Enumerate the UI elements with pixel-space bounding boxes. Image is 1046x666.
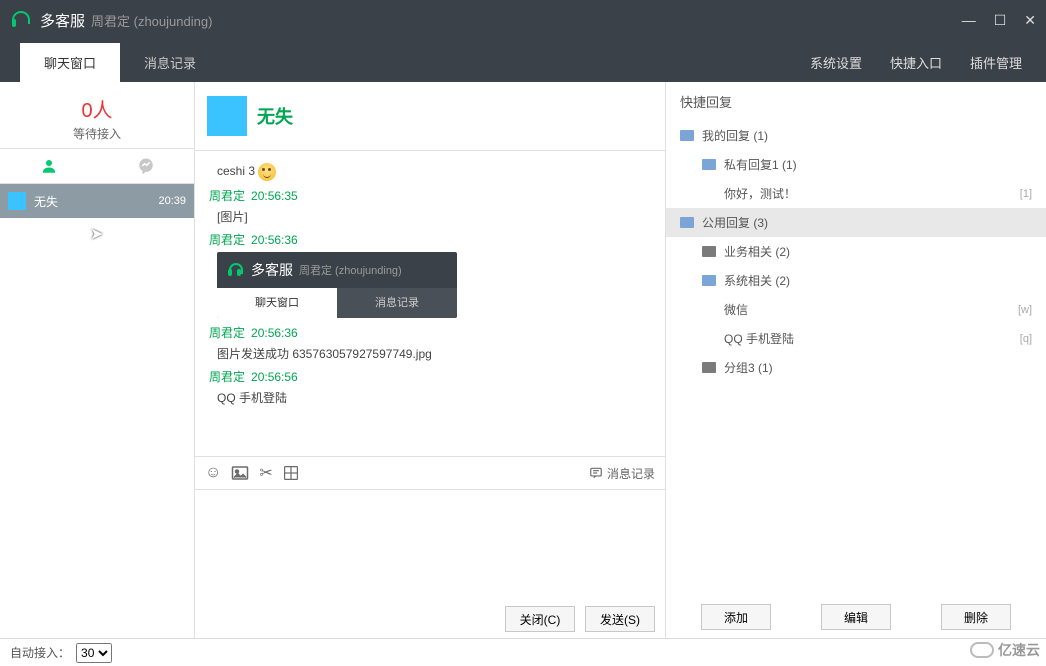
- session-name: 无失: [34, 193, 158, 210]
- folder-icon: [680, 217, 694, 228]
- emoji-icon[interactable]: ☺: [205, 464, 221, 482]
- send-button[interactable]: 发送(S): [585, 606, 655, 632]
- contact-name: 无失: [257, 103, 293, 129]
- session-time: 20:39: [158, 195, 186, 207]
- shortcut-key: [1]: [1020, 188, 1032, 200]
- quick-reply-tree[interactable]: 我的回复 (1) 私有回复1 (1) 你好，测试！[1] 公用回复 (3) 业务…: [666, 121, 1046, 596]
- app-logo-icon: [227, 261, 245, 279]
- close-button[interactable]: 关闭(C): [505, 606, 575, 632]
- folder-solid-icon: [702, 246, 716, 257]
- menu-system-settings[interactable]: 系统设置: [810, 53, 862, 72]
- calculator-icon[interactable]: [283, 465, 299, 481]
- minimize-icon[interactable]: —: [962, 12, 976, 29]
- cursor-icon: ➤: [90, 224, 103, 244]
- titlebar-user: 周君定 (zhoujunding): [91, 11, 212, 30]
- folder-icon: [702, 275, 716, 286]
- shortcut-key: [w]: [1018, 304, 1032, 316]
- watermark: 亿速云: [970, 640, 1040, 660]
- session-row[interactable]: 无失 20:39: [0, 184, 194, 218]
- add-button[interactable]: 添加: [701, 604, 771, 630]
- smile-icon: [258, 163, 276, 181]
- tree-item-hello[interactable]: 你好，测试！[1]: [666, 179, 1046, 208]
- folder-icon: [702, 159, 716, 170]
- tree-folder-system[interactable]: 系统相关 (2): [666, 266, 1046, 295]
- waiting-label: 等待接入: [0, 125, 194, 142]
- tree-folder-business[interactable]: 业务相关 (2): [666, 237, 1046, 266]
- status-bar: 自动接入： 30: [0, 638, 1046, 666]
- chat-toolbar: ☺ ✂ 消息记录: [195, 456, 665, 490]
- tree-folder-private1[interactable]: 私有回复1 (1): [666, 150, 1046, 179]
- chat-messages[interactable]: ceshi 3 周君定20:56:35 [图片] 周君定20:56:36 多客服…: [195, 151, 665, 456]
- folder-icon: [680, 130, 694, 141]
- menu-shortcuts[interactable]: 快捷入口: [890, 53, 942, 72]
- incoming-message: ceshi 3: [217, 163, 651, 181]
- quick-reply-panel: 快捷回复 我的回复 (1) 私有回复1 (1) 你好，测试！[1] 公用回复 (…: [666, 82, 1046, 638]
- message-history-link[interactable]: 消息记录: [589, 465, 655, 482]
- chat-input[interactable]: [195, 490, 665, 600]
- contact-avatar: [207, 96, 247, 136]
- person-icon[interactable]: [40, 157, 58, 175]
- message-text: [图片]: [217, 208, 651, 225]
- session-avatar: [8, 192, 26, 210]
- close-icon[interactable]: ✕: [1024, 12, 1036, 29]
- tab-chat-window[interactable]: 聊天窗口: [20, 43, 120, 82]
- screenshot-thumbnail[interactable]: 多客服 周君定 (zhoujunding) 聊天窗口 消息记录: [217, 252, 457, 318]
- titlebar: 多客服 周君定 (zhoujunding) — ☐ ✕: [0, 0, 1046, 40]
- image-icon[interactable]: [231, 465, 249, 481]
- tree-folder-group3[interactable]: 分组3 (1): [666, 353, 1046, 382]
- shortcut-key: [q]: [1020, 333, 1032, 345]
- message-text: QQ 手机登陆: [217, 389, 651, 406]
- top-row: 聊天窗口 消息记录 系统设置 快捷入口 插件管理: [0, 40, 1046, 82]
- menu-plugin-manager[interactable]: 插件管理: [970, 53, 1022, 72]
- tree-folder-public[interactable]: 公用回复 (3): [666, 208, 1046, 237]
- auto-accept-label: 自动接入：: [10, 644, 70, 661]
- cloud-icon: [970, 642, 994, 658]
- waiting-count: 0人: [0, 94, 194, 123]
- app-logo-icon: [10, 9, 32, 31]
- tree-item-wechat[interactable]: 微信[w]: [666, 295, 1046, 324]
- tab-message-history[interactable]: 消息记录: [120, 43, 220, 82]
- delete-button[interactable]: 删除: [941, 604, 1011, 630]
- app-name: 多客服: [40, 10, 85, 31]
- scissors-icon[interactable]: ✂: [259, 463, 272, 483]
- waiting-area[interactable]: 0人 等待接入: [0, 82, 194, 149]
- messenger-icon[interactable]: [137, 157, 155, 175]
- auto-accept-select[interactable]: 30: [76, 643, 112, 663]
- folder-solid-icon: [702, 362, 716, 373]
- left-column: 0人 等待接入 无失 20:39 ➤: [0, 82, 195, 638]
- maximize-icon[interactable]: ☐: [994, 12, 1007, 29]
- tree-item-qq[interactable]: QQ 手机登陆[q]: [666, 324, 1046, 353]
- chat-header: 无失: [195, 82, 665, 151]
- quick-reply-title: 快捷回复: [666, 82, 1046, 121]
- message-text: 图片发送成功 635763057927597749.jpg: [217, 345, 651, 362]
- tree-folder-my-replies[interactable]: 我的回复 (1): [666, 121, 1046, 150]
- chat-column: 无失 ceshi 3 周君定20:56:35 [图片] 周君定20:56:36 …: [195, 82, 666, 638]
- edit-button[interactable]: 编辑: [821, 604, 891, 630]
